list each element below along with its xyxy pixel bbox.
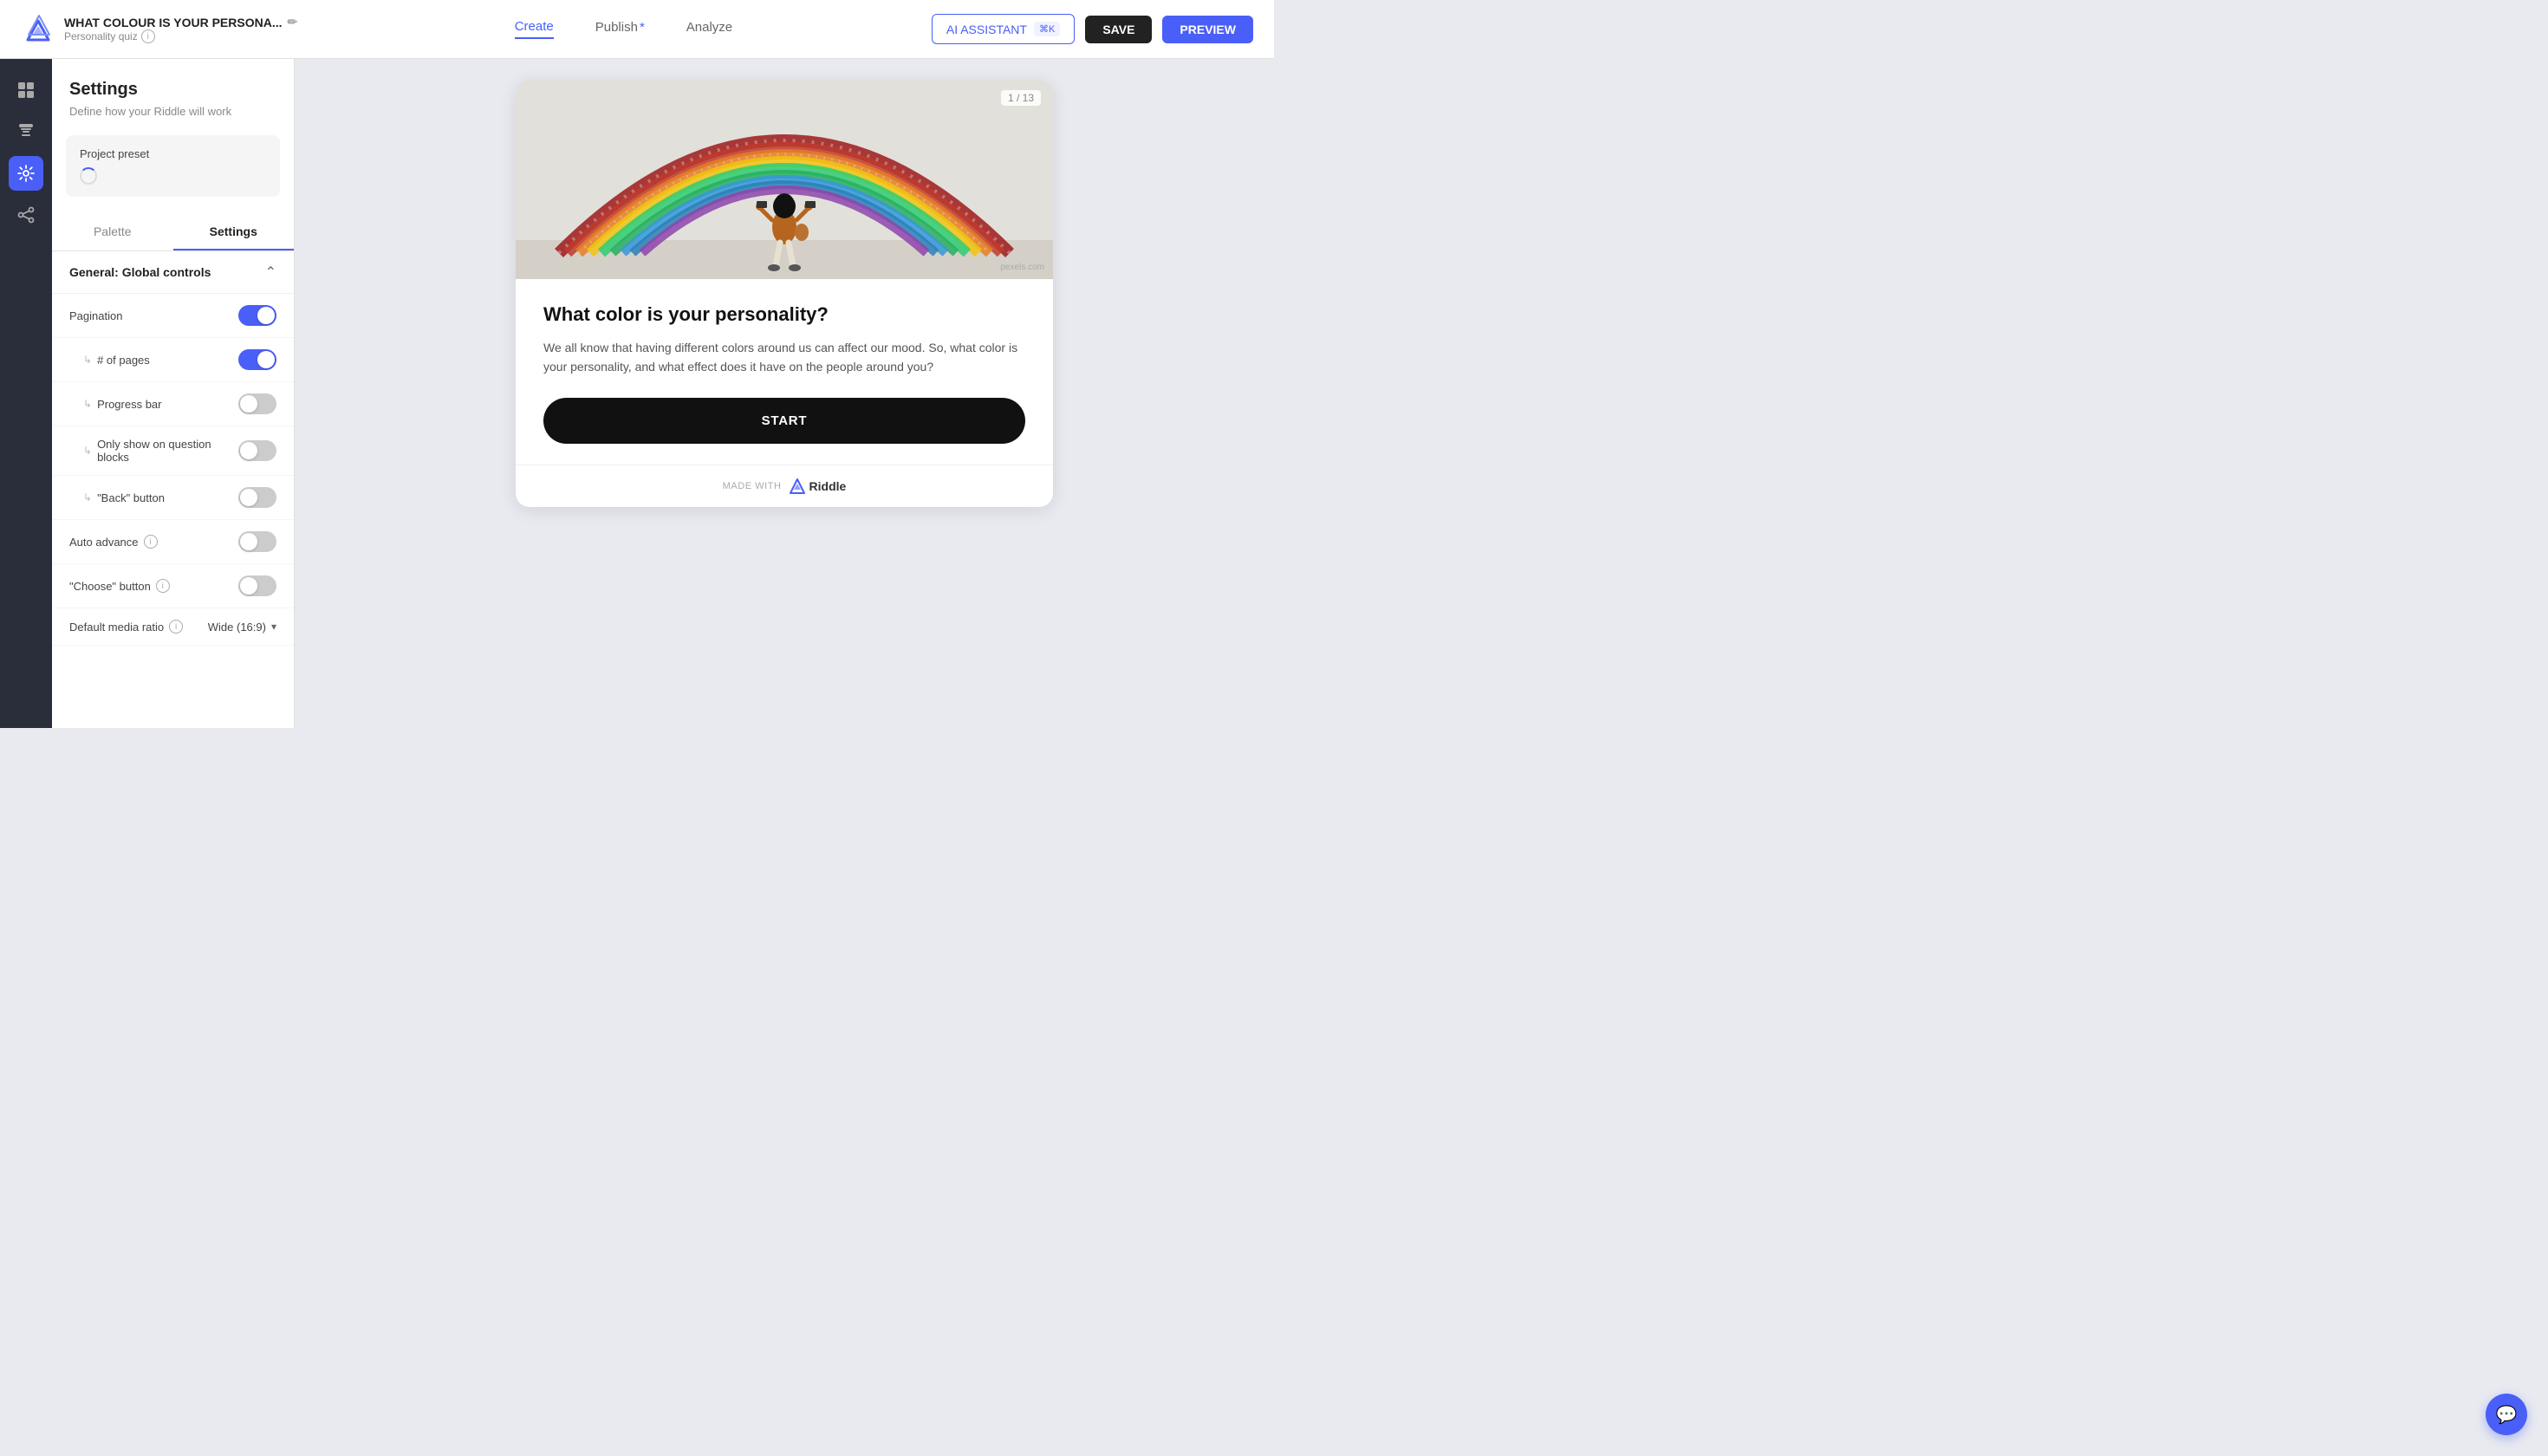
- chat-bubble-button[interactable]: 💬: [2486, 1394, 2527, 1435]
- sidebar-share-button[interactable]: [9, 198, 43, 232]
- publish-asterisk: *: [640, 20, 645, 35]
- settings-description: Define how your Riddle will work: [69, 105, 276, 118]
- setting-label-choose: "Choose" button i: [69, 579, 170, 593]
- quiz-description: We all know that having different colors…: [543, 338, 1025, 377]
- toggle-back[interactable]: [238, 487, 276, 508]
- photo-credit: pexels.com: [1000, 263, 1044, 272]
- settings-tabs: Palette Settings: [52, 214, 294, 251]
- start-button[interactable]: START: [543, 398, 1025, 444]
- toggle-pagination[interactable]: [238, 305, 276, 326]
- icon-sidebar: [0, 59, 52, 728]
- quiz-title-area: WHAT COLOUR IS YOUR PERSONA... ✏ Persona…: [64, 15, 297, 43]
- quiz-main-title: What color is your personality?: [543, 303, 1025, 326]
- setting-label-auto-advance: Auto advance i: [69, 535, 158, 549]
- page-counter: 1 / 13: [1001, 90, 1041, 106]
- choose-info-icon[interactable]: i: [156, 579, 170, 593]
- indent-arrow-back: ↳: [83, 491, 92, 504]
- setting-row-auto-advance: Auto advance i: [52, 520, 294, 564]
- setting-label-pages: ↳ # of pages: [83, 354, 150, 367]
- setting-label-back: ↳ "Back" button: [83, 491, 165, 504]
- setting-label-pagination: Pagination: [69, 309, 122, 322]
- toggle-pages[interactable]: [238, 349, 276, 370]
- setting-row-media-ratio: Default media ratio i Wide (16:9) ▾: [52, 608, 294, 646]
- quiz-cover-image: 1 / 13 pexels.com: [516, 80, 1053, 279]
- media-ratio-select[interactable]: Wide (16:9) ▾: [208, 621, 276, 634]
- preset-box: Project preset: [66, 135, 280, 197]
- preset-label: Project preset: [80, 147, 266, 160]
- auto-advance-info-icon[interactable]: i: [144, 535, 158, 549]
- settings-header: Settings Define how your Riddle will wor…: [52, 59, 294, 125]
- chat-bubble-icon: 💬: [2496, 1404, 2518, 1426]
- media-ratio-chevron-icon: ▾: [271, 621, 276, 633]
- section-header-global[interactable]: General: Global controls ⌃: [52, 251, 294, 294]
- quiz-info-icon[interactable]: i: [141, 29, 155, 43]
- riddle-footer: MADE WITH Riddle: [516, 465, 1053, 507]
- setting-label-progress: ↳ Progress bar: [83, 398, 161, 411]
- preset-spinner: [80, 167, 266, 185]
- nav-analyze[interactable]: Analyze: [686, 20, 732, 38]
- indent-arrow-progress: ↳: [83, 398, 92, 410]
- setting-row-pagination: Pagination: [52, 294, 294, 338]
- app-logo[interactable]: [21, 12, 55, 47]
- made-with-label: MADE WITH: [723, 481, 782, 491]
- media-ratio-info-icon[interactable]: i: [169, 620, 183, 634]
- setting-row-pages: ↳ # of pages: [52, 338, 294, 382]
- quiz-card: 1 / 13 pexels.com What color is your per…: [516, 80, 1053, 507]
- logo-area: WHAT COLOUR IS YOUR PERSONA... ✏ Persona…: [21, 12, 315, 47]
- quiz-image-wrapper: 1 / 13 pexels.com: [516, 80, 1053, 279]
- setting-row-question-blocks: ↳ Only show on question blocks: [52, 426, 294, 476]
- quiz-title: WHAT COLOUR IS YOUR PERSONA... ✏: [64, 15, 297, 29]
- toggle-choose[interactable]: [238, 575, 276, 596]
- riddle-logo: Riddle: [789, 478, 847, 495]
- section-title: General: Global controls: [69, 265, 211, 279]
- section-chevron-icon: ⌃: [265, 263, 276, 281]
- indent-arrow-question-blocks: ↳: [83, 445, 92, 457]
- setting-row-back: ↳ "Back" button: [52, 476, 294, 520]
- settings-title: Settings: [69, 80, 276, 100]
- main-layout: Settings Define how your Riddle will wor…: [0, 59, 1274, 728]
- preview-button[interactable]: PREVIEW: [1162, 16, 1253, 43]
- edit-title-icon[interactable]: ✏: [288, 15, 298, 29]
- nav-actions: AI ASSISTANT ⌘K SAVE PREVIEW: [932, 14, 1253, 44]
- sidebar-bookmark-button[interactable]: [9, 114, 43, 149]
- quiz-subtitle: Personality quiz i: [64, 29, 297, 43]
- ai-assistant-button[interactable]: AI ASSISTANT ⌘K: [932, 14, 1075, 44]
- preview-area: 1 / 13 pexels.com What color is your per…: [295, 59, 1274, 728]
- save-button[interactable]: SAVE: [1085, 16, 1152, 43]
- tab-palette[interactable]: Palette: [52, 214, 173, 250]
- nav-publish[interactable]: Publish*: [595, 20, 645, 38]
- toggle-question-blocks[interactable]: [238, 440, 276, 461]
- sidebar-settings-button[interactable]: [9, 156, 43, 191]
- setting-label-media-ratio: Default media ratio i: [69, 620, 183, 634]
- tab-settings[interactable]: Settings: [173, 214, 295, 250]
- indent-arrow-pages: ↳: [83, 354, 92, 366]
- toggle-auto-advance[interactable]: [238, 531, 276, 552]
- settings-panel: Settings Define how your Riddle will wor…: [52, 59, 295, 728]
- setting-row-choose: "Choose" button i: [52, 564, 294, 608]
- settings-section-global: General: Global controls ⌃ Pagination ↳ …: [52, 251, 294, 646]
- top-navigation: WHAT COLOUR IS YOUR PERSONA... ✏ Persona…: [0, 0, 1274, 59]
- sidebar-grid-button[interactable]: [9, 73, 43, 107]
- setting-label-question-blocks: ↳ Only show on question blocks: [83, 438, 238, 464]
- main-nav: Create Publish* Analyze: [333, 19, 914, 39]
- setting-row-progress: ↳ Progress bar: [52, 382, 294, 426]
- nav-create[interactable]: Create: [515, 19, 554, 39]
- toggle-progress[interactable]: [238, 393, 276, 414]
- ai-shortcut-badge: ⌘K: [1034, 22, 1060, 36]
- quiz-content: What color is your personality? We all k…: [516, 279, 1053, 465]
